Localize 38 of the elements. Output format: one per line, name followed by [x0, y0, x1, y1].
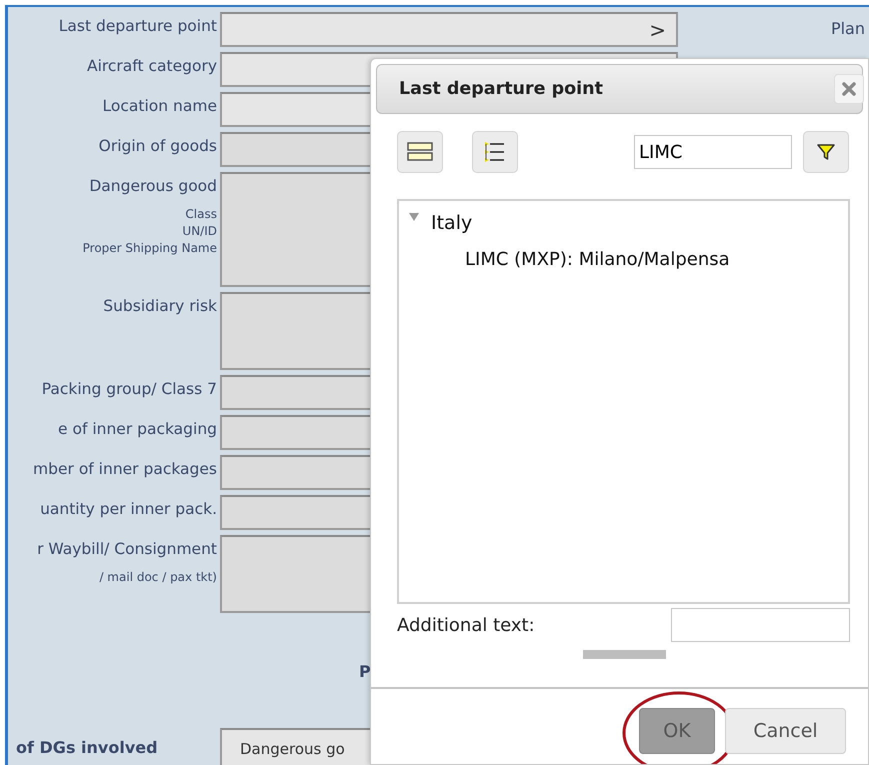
field-label: uantity per inner pack.: [39, 500, 217, 519]
field-label: Location name: [102, 97, 217, 116]
expand-all-button[interactable]: [472, 131, 518, 173]
field-sublabel: / mail doc / pax tkt): [98, 568, 217, 586]
close-icon: [841, 81, 857, 97]
field-label: Subsidiary risk: [102, 297, 217, 316]
cancel-button[interactable]: Cancel: [725, 708, 846, 754]
list-icon: [484, 140, 506, 164]
dialog-title: Last departure point: [399, 78, 603, 101]
field-label: Additional text:: [397, 614, 535, 638]
expanded-triangle-icon[interactable]: [409, 212, 419, 222]
field-label: e of inner packaging: [57, 420, 217, 439]
tree-item[interactable]: Italy: [431, 209, 472, 238]
filter-icon: [816, 142, 836, 162]
field-label: Last departure point: [58, 17, 217, 36]
field-label: Plan: [830, 18, 866, 40]
tree-item[interactable]: LIMC (MXP): Milano/Malpensa: [409, 246, 838, 272]
text-field[interactable]: [671, 608, 850, 642]
field-label: Dangerous good: [88, 177, 217, 196]
filter-button[interactable]: [803, 131, 849, 173]
filter-field[interactable]: LIMC: [634, 135, 792, 169]
field-label: of DGs involved: [16, 738, 158, 757]
resize-handle[interactable]: [583, 650, 666, 659]
field-label: r Waybill/ Consignment: [36, 540, 217, 559]
field-sublabel: UN/ID: [181, 222, 217, 240]
field-sublabel: Class: [184, 206, 217, 223]
collapse-all-button[interactable]: [397, 131, 443, 173]
section-label: P: [359, 661, 371, 683]
field-sublabel: Proper Shipping Name: [82, 240, 217, 258]
field-label: Packing group/ Class 7: [40, 380, 217, 399]
input-field[interactable]: >: [220, 12, 678, 47]
close-button[interactable]: [834, 74, 864, 104]
field-label: Aircraft category: [86, 57, 217, 76]
rows-icon: [407, 141, 433, 163]
field-label: mber of inner packages: [32, 460, 217, 479]
chevron-button[interactable]: >: [639, 20, 676, 40]
field-label: Origin of goods: [98, 137, 217, 156]
field-value: Dangerous go: [239, 739, 345, 760]
